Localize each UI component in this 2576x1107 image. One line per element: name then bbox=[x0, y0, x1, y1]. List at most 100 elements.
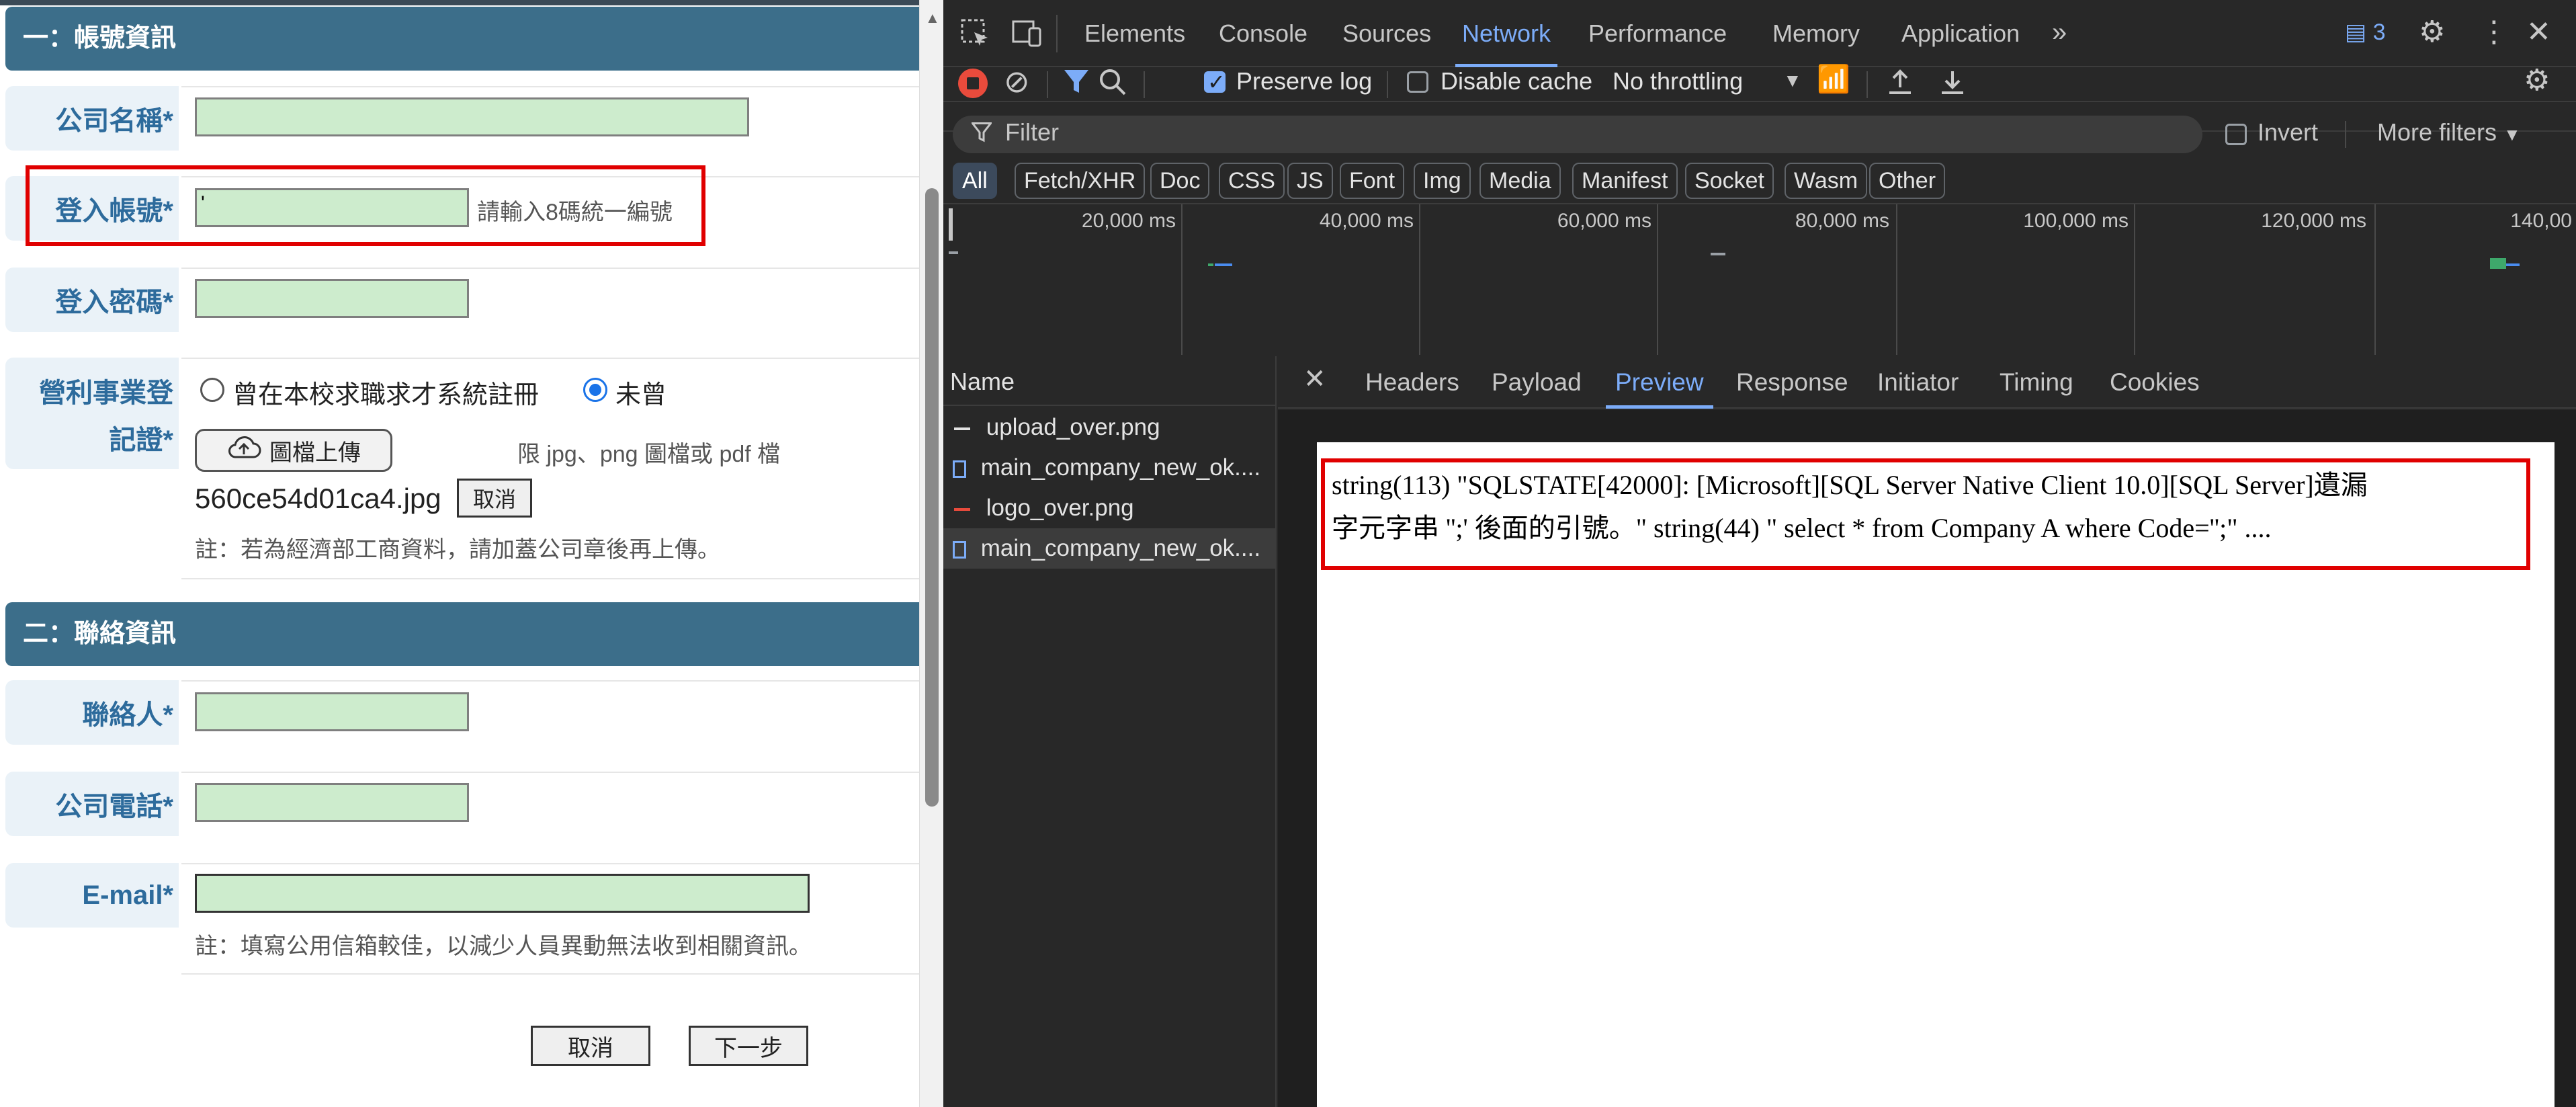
divider bbox=[181, 973, 919, 975]
upload-button-label: 圖檔上傳 bbox=[269, 440, 361, 466]
tab-elements[interactable]: Elements bbox=[1084, 0, 1185, 67]
chip-doc[interactable]: Doc bbox=[1150, 163, 1210, 199]
record-stop-icon[interactable] bbox=[958, 69, 988, 98]
upload-hint: 限 jpg、png 圖檔或 pdf 檔 bbox=[517, 442, 781, 467]
invert-checkbox[interactable] bbox=[2225, 124, 2247, 145]
tab-memory[interactable]: Memory bbox=[1772, 0, 1860, 67]
upload-button[interactable]: 圖檔上傳 bbox=[195, 429, 392, 472]
tab-network[interactable]: Network bbox=[1455, 0, 1558, 67]
tab-response[interactable]: Response bbox=[1736, 356, 1848, 409]
radio-registered-label: 曾在本校求職求才系統註冊 bbox=[232, 381, 540, 409]
inspect-element-icon[interactable] bbox=[959, 17, 992, 55]
more-tabs-chevron-icon[interactable]: » bbox=[2052, 19, 2067, 46]
tab-performance[interactable]: Performance bbox=[1588, 0, 1727, 67]
timeline-bar bbox=[2506, 263, 2520, 266]
divider bbox=[943, 101, 2576, 102]
phone-label: 公司電話* bbox=[5, 772, 179, 836]
request-name: main_company_new_ok.... bbox=[980, 454, 1261, 481]
disable-cache-checkbox[interactable] bbox=[1407, 71, 1428, 93]
chip-js[interactable]: JS bbox=[1287, 163, 1333, 199]
image-icon bbox=[954, 427, 970, 430]
tab-cookies[interactable]: Cookies bbox=[2110, 356, 2200, 409]
phone-input[interactable] bbox=[195, 783, 469, 822]
divider bbox=[1047, 71, 1048, 98]
issues-icon: ▤ bbox=[2345, 19, 2367, 45]
request-name: main_company_new_ok.... bbox=[980, 535, 1261, 561]
timeline-gridline bbox=[1657, 204, 1658, 355]
tab-preview[interactable]: Preview bbox=[1606, 356, 1713, 409]
divider bbox=[943, 203, 2576, 204]
cancel-button[interactable]: 取消 bbox=[531, 1026, 650, 1066]
search-icon[interactable] bbox=[1098, 67, 1127, 102]
device-toolbar-icon[interactable] bbox=[1011, 17, 1044, 55]
import-har-upload-icon[interactable] bbox=[1887, 67, 1914, 102]
scrollbar-thumb[interactable] bbox=[925, 188, 939, 807]
company-name-input[interactable] bbox=[195, 97, 749, 136]
network-conditions-wifi-icon[interactable]: 📶 bbox=[1817, 66, 1850, 93]
filter-input[interactable] bbox=[953, 116, 2202, 153]
preserve-log-checkbox[interactable] bbox=[1204, 69, 1226, 95]
more-options-kebab-icon[interactable]: ⋮ bbox=[2479, 17, 2509, 47]
throttling-select[interactable]: No throttling bbox=[1613, 67, 1743, 95]
request-row-selected[interactable]: main_company_new_ok.... bbox=[943, 528, 1277, 569]
filter-funnel-icon[interactable] bbox=[1063, 67, 1090, 102]
divider bbox=[181, 86, 919, 87]
chip-other[interactable]: Other bbox=[1869, 163, 1946, 199]
name-column-header[interactable]: Name bbox=[943, 358, 1277, 406]
throttling-dropdown-icon[interactable]: ▼ bbox=[1783, 71, 1802, 90]
settings-gear-icon[interactable]: ⚙ bbox=[2419, 17, 2445, 47]
chip-all[interactable]: All bbox=[953, 163, 997, 199]
next-button[interactable]: 下一步 bbox=[689, 1026, 808, 1066]
request-row[interactable]: main_company_new_ok.... bbox=[943, 448, 1277, 488]
timeline-gridline bbox=[2134, 204, 2135, 355]
divider bbox=[181, 358, 919, 359]
tab-payload[interactable]: Payload bbox=[1492, 356, 1582, 409]
chip-socket[interactable]: Socket bbox=[1685, 163, 1774, 199]
throttling-value: No throttling bbox=[1613, 67, 1744, 95]
close-devtools-icon[interactable]: ✕ bbox=[2526, 17, 2551, 47]
divider bbox=[181, 772, 919, 773]
form-scrollbar[interactable]: ▲ bbox=[919, 0, 943, 1107]
close-detail-icon[interactable]: ✕ bbox=[1303, 366, 1326, 393]
preserve-log-label: Preserve log bbox=[1236, 67, 1373, 95]
radio-registered[interactable] bbox=[200, 378, 224, 402]
timeline-tick-label: 100,000 ms bbox=[2023, 210, 2129, 232]
request-name: upload_over.png bbox=[986, 414, 1160, 440]
export-har-download-icon[interactable] bbox=[1939, 67, 1966, 102]
cancel-file-button[interactable]: 取消 bbox=[457, 479, 532, 518]
highlight-box-login bbox=[26, 165, 705, 246]
timeline-bar bbox=[949, 251, 958, 254]
chip-font[interactable]: Font bbox=[1340, 163, 1405, 199]
request-row[interactable]: upload_over.png bbox=[943, 407, 1277, 448]
login-password-input[interactable] bbox=[195, 279, 469, 318]
tab-initiator[interactable]: Initiator bbox=[1877, 356, 1959, 409]
chip-fetch-xhr[interactable]: Fetch/XHR bbox=[1015, 163, 1146, 199]
tab-headers[interactable]: Headers bbox=[1365, 356, 1459, 409]
tab-timing[interactable]: Timing bbox=[2000, 356, 2073, 409]
filter-placeholder: Filter bbox=[1005, 118, 1059, 146]
more-filters-button[interactable]: More filters ▼ bbox=[2377, 118, 2521, 147]
tab-sources[interactable]: Sources bbox=[1342, 0, 1431, 67]
chip-css[interactable]: CSS bbox=[1219, 163, 1285, 199]
chip-manifest[interactable]: Manifest bbox=[1572, 163, 1678, 199]
timeline-gridline bbox=[1896, 204, 1897, 355]
radio-never-label: 未曾 bbox=[615, 381, 667, 409]
chip-img[interactable]: Img bbox=[1414, 163, 1471, 199]
chip-media[interactable]: Media bbox=[1479, 163, 1561, 199]
timeline-tick-label: 80,000 ms bbox=[1795, 210, 1889, 232]
divider bbox=[1056, 15, 1058, 52]
scroll-up-arrow-icon[interactable]: ▲ bbox=[925, 9, 940, 27]
more-filters-label: More filters bbox=[2377, 118, 2497, 146]
network-settings-gear-icon[interactable]: ⚙ bbox=[2524, 66, 2550, 95]
request-row[interactable]: logo_over.png bbox=[943, 488, 1277, 528]
timeline-tick-label: 140,00 bbox=[2510, 210, 2572, 232]
clear-log-icon[interactable]: ⊘ bbox=[1004, 66, 1030, 97]
radio-never[interactable] bbox=[583, 378, 607, 402]
timeline-bar bbox=[1711, 253, 1725, 255]
tab-application[interactable]: Application bbox=[1901, 0, 2020, 67]
chip-wasm[interactable]: Wasm bbox=[1785, 163, 1868, 199]
issues-badge[interactable]: ▤ 3 bbox=[2345, 19, 2386, 46]
tab-console[interactable]: Console bbox=[1219, 0, 1307, 67]
contact-input[interactable] bbox=[195, 692, 469, 731]
email-input[interactable] bbox=[195, 874, 810, 913]
